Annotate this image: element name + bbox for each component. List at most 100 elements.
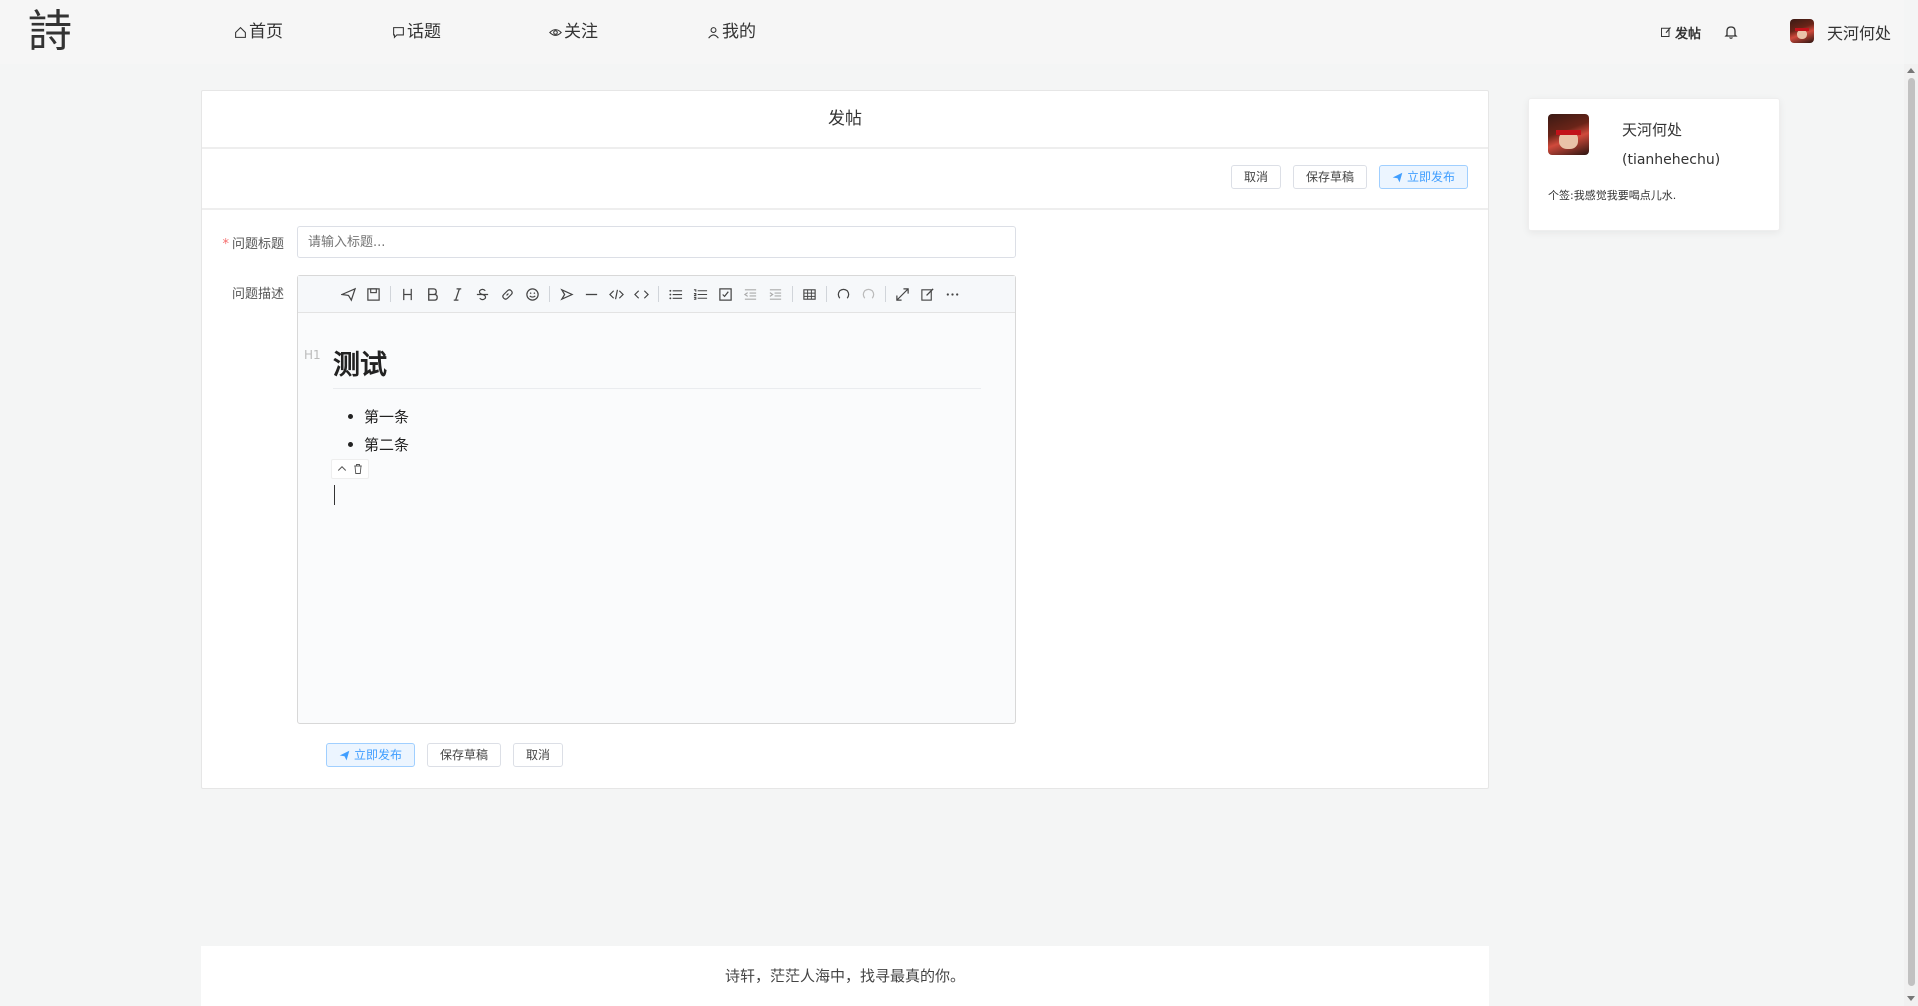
heading-tool[interactable]: [395, 282, 420, 307]
edit-icon: [921, 287, 934, 301]
toolbar-divider: [658, 286, 659, 302]
top-navbar: 詩 首页 话题 关注 我的 发帖 天河何处: [0, 0, 1904, 64]
edit-mode-tool[interactable]: [915, 282, 940, 307]
send-icon: [1392, 172, 1403, 182]
user-icon: [708, 26, 719, 39]
indent-tool[interactable]: [763, 282, 788, 307]
edit-icon: [1661, 27, 1671, 37]
inline-code-icon: [634, 289, 649, 299]
desc-label: 问题描述: [231, 287, 284, 302]
chevron-up-icon[interactable]: [335, 462, 349, 476]
content-heading[interactable]: 测试: [333, 348, 981, 389]
publish-button[interactable]: 立即发布: [1378, 165, 1468, 189]
nav-mine-label: 我的: [722, 22, 756, 42]
eye-icon: [549, 28, 562, 36]
hr-tool[interactable]: [579, 282, 604, 307]
table-icon: [803, 288, 816, 300]
cancel-button[interactable]: 取消: [1230, 165, 1281, 189]
undo-tool[interactable]: [831, 282, 856, 307]
more-tool[interactable]: [940, 282, 965, 307]
title-label: * 问题标题: [204, 233, 284, 252]
publish-button-bottom[interactable]: 立即发布: [326, 743, 416, 767]
scroll-thumb[interactable]: [1908, 78, 1915, 986]
table-tool[interactable]: [797, 282, 822, 307]
link-icon: [502, 288, 513, 300]
profile-name[interactable]: 天河何处: [1622, 119, 1682, 140]
nav-post-label: 发帖: [1675, 26, 1702, 42]
home-icon: [235, 26, 246, 38]
nav-avatar[interactable]: [1790, 19, 1814, 43]
strikethrough-icon: [476, 288, 489, 300]
heading-icon: [403, 288, 412, 300]
emoji-tool[interactable]: [520, 282, 545, 307]
block-toolbar: [331, 459, 369, 479]
logo[interactable]: 詩: [28, 6, 72, 58]
strike-tool[interactable]: [470, 282, 495, 307]
save-tool[interactable]: [361, 282, 386, 307]
nav-follow-label: 关注: [564, 22, 598, 42]
quote-tool[interactable]: [554, 282, 579, 307]
outdent-tool[interactable]: [738, 282, 763, 307]
link-tool[interactable]: [495, 282, 520, 307]
nav-home[interactable]: 首页: [234, 20, 283, 44]
italic-tool[interactable]: [445, 282, 470, 307]
toolbar-divider: [549, 286, 550, 302]
list-item[interactable]: 第一条: [347, 406, 409, 427]
markdown-editor[interactable]: H1 测试 第一条 第二条: [297, 275, 1016, 724]
play-icon: [560, 287, 574, 301]
divider: [202, 208, 1488, 210]
bold-tool[interactable]: [420, 282, 445, 307]
editor-content[interactable]: H1 测试 第一条 第二条: [298, 314, 1015, 724]
footer-text: 诗轩，茫茫人海中，找寻最真的你。: [201, 946, 1489, 1006]
nav-home-label: 首页: [249, 22, 283, 42]
scroll-up-arrow[interactable]: [1907, 68, 1915, 73]
redo-tool[interactable]: [856, 282, 881, 307]
outdent-icon: [743, 288, 757, 300]
trash-icon[interactable]: [351, 462, 365, 476]
profile-card: 天河何处 (tianhehechu) 个签:我感觉我要喝点儿水.: [1528, 98, 1780, 231]
editor-toolbar: [298, 276, 1015, 313]
notifications-button[interactable]: [1723, 20, 1739, 44]
title-input[interactable]: [297, 226, 1016, 258]
unordered-list-tool[interactable]: [663, 282, 688, 307]
nav-post-button[interactable]: 发帖: [1660, 20, 1701, 44]
save-draft-button-bottom[interactable]: 保存草稿: [427, 743, 502, 767]
toolbar-divider: [792, 286, 793, 302]
bullet-list-icon: [669, 289, 683, 299]
inline-code-tool[interactable]: [629, 282, 654, 307]
profile-avatar[interactable]: [1548, 114, 1589, 155]
indent-icon: [769, 288, 782, 300]
toolbar-divider: [885, 286, 886, 302]
scroll-down-arrow[interactable]: [1907, 996, 1915, 1001]
nav-follow[interactable]: 关注: [549, 20, 598, 44]
nav-mine[interactable]: 我的: [707, 20, 756, 44]
code-icon: [609, 289, 624, 299]
nav-topics-label: 话题: [407, 22, 441, 42]
code-tool[interactable]: [604, 282, 629, 307]
save-draft-button[interactable]: 保存草稿: [1292, 165, 1367, 189]
emoji-icon: [526, 287, 539, 301]
profile-signature: 个签:我感觉我要喝点儿水.: [1548, 189, 1677, 202]
scrollbar[interactable]: [1904, 64, 1918, 1006]
italic-icon: [453, 287, 462, 301]
nav-username[interactable]: 天河何处: [1827, 20, 1891, 44]
publish-button-label: 立即发布: [1406, 170, 1455, 184]
required-marker: *: [222, 237, 229, 252]
toolbar-divider: [390, 286, 391, 302]
list-item[interactable]: 第二条: [347, 434, 409, 455]
toolbar-divider: [826, 286, 827, 302]
nav-topics[interactable]: 话题: [392, 20, 441, 44]
cancel-button-bottom[interactable]: 取消: [513, 743, 564, 767]
numbered-list-icon: [693, 288, 708, 300]
more-icon: [946, 292, 959, 296]
ordered-list-tool[interactable]: [688, 282, 713, 307]
post-panel: 发帖 取消 保存草稿 立即发布 *问题标题 问题描述: [201, 90, 1489, 789]
text-caret: [334, 485, 335, 505]
top-action-bar: 取消 保存草稿 立即发布: [1230, 165, 1468, 189]
bold-icon: [428, 287, 438, 301]
publish-tool[interactable]: [336, 282, 361, 307]
fullscreen-tool[interactable]: [890, 282, 915, 307]
chat-icon: [393, 26, 404, 39]
checklist-tool[interactable]: [713, 282, 738, 307]
send-icon: [341, 287, 356, 302]
